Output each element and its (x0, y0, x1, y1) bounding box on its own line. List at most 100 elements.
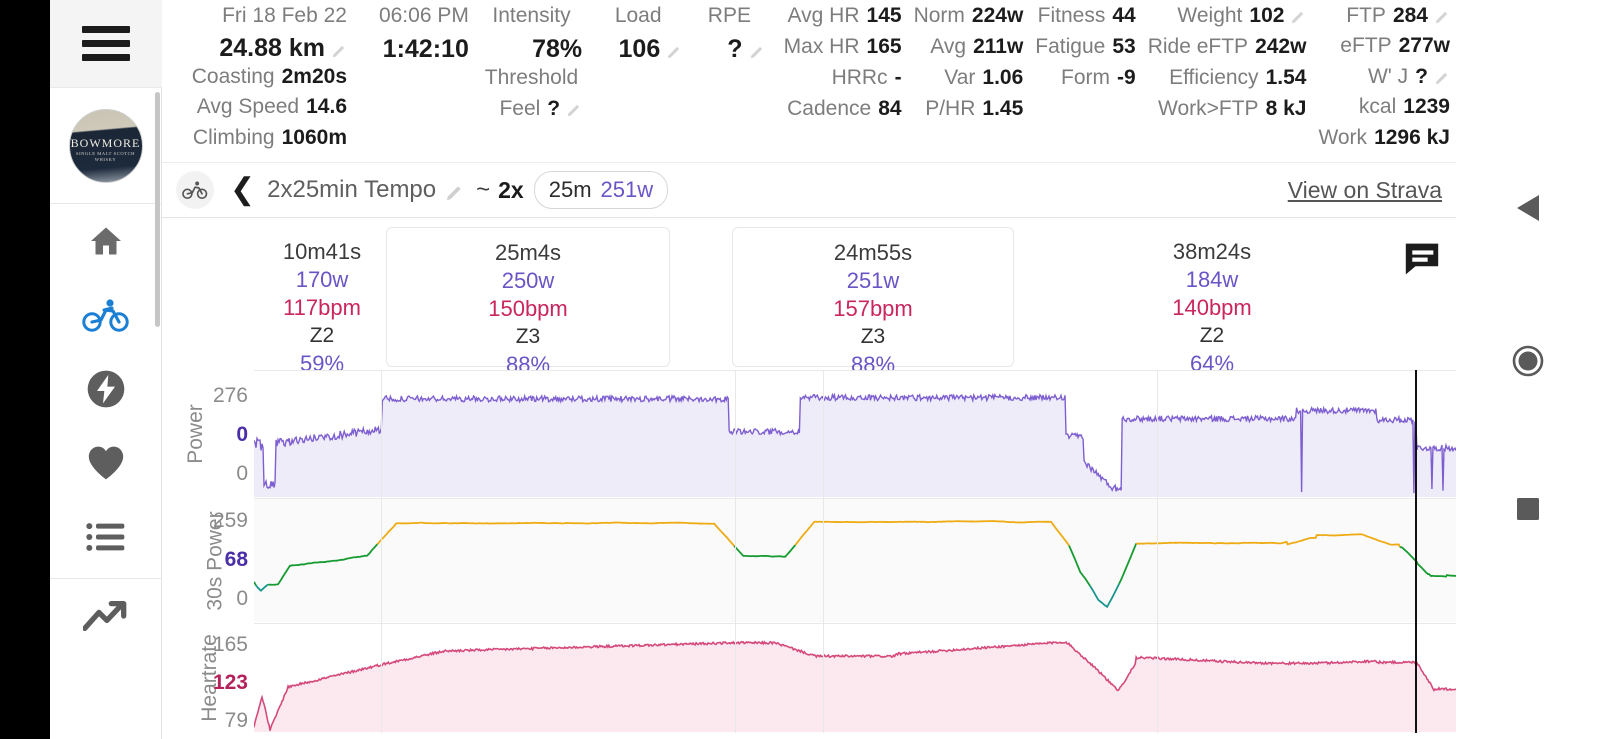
android-recents-button[interactable] (1516, 497, 1540, 526)
sidebar-item-list[interactable] (50, 500, 162, 574)
hr-tick-min: 79 (224, 709, 248, 732)
left-black-bezel (0, 0, 50, 739)
pencil-icon[interactable] (1435, 9, 1450, 24)
lightning-bolt-icon (87, 370, 124, 408)
pencil-icon[interactable] (1291, 9, 1306, 24)
power-plot[interactable] (254, 370, 1456, 498)
summary-row: Avg 211w (908, 35, 1030, 66)
pencil-icon[interactable] (332, 43, 347, 58)
summary-row: Ride eFTP 242w (1142, 35, 1313, 66)
interval-summary-pill[interactable]: 25m 251w (533, 171, 669, 209)
home-circle-icon (1512, 345, 1544, 377)
power-fill (254, 394, 1456, 497)
sidebar-item-home[interactable] (50, 204, 162, 278)
bicycle-chip[interactable] (176, 171, 214, 209)
summary-label: kcal (1358, 95, 1397, 119)
summary-value: - (894, 66, 902, 89)
workout-title-bar: ❮ 2x25min Tempo ~ 2x 25m 251w View on St… (162, 162, 1456, 218)
summary-row[interactable]: W' J? (1312, 65, 1456, 95)
comment-icon (1405, 243, 1439, 275)
chart-30s-power: 30s Power 259 68 0 (162, 498, 1456, 623)
segment-divider-3 (1157, 498, 1159, 623)
segment-divider-1 (735, 498, 737, 623)
pencil-icon[interactable] (667, 44, 682, 59)
sidebar-item-activities[interactable] (50, 278, 162, 352)
bicycle-icon (182, 181, 208, 200)
summary-value: 78% (532, 35, 583, 63)
summary-value: 242w (1255, 35, 1307, 58)
hr-cursor-value: 123 (212, 671, 248, 694)
summary-label: Ride eFTP (1147, 35, 1249, 58)
summary-row: Climbing 1060m (162, 126, 353, 156)
sidebar-item-health[interactable] (50, 426, 162, 500)
pencil-icon[interactable] (1435, 70, 1450, 85)
rail-scrollbar[interactable] (155, 92, 160, 327)
interval-zone: Z2 (309, 324, 335, 347)
p30-bg (254, 498, 1456, 622)
interval-duration: 10m41s (282, 239, 362, 264)
summary-row[interactable]: Feel? (475, 97, 588, 128)
chart-heartrate: Heartrate 165 123 79 (162, 623, 1456, 733)
p30-plot[interactable] (254, 498, 1456, 623)
summary-value: 102 (1249, 4, 1285, 27)
interval-card[interactable]: 10m41s 170w 117bpm Z2 59% (258, 227, 386, 376)
summary-label: eFTP (1340, 34, 1392, 58)
charts-area: Power 276 0 0 30s Power 259 68 0 Heartra… (162, 370, 1456, 733)
summary-label: Cadence (787, 97, 872, 120)
back-button[interactable]: ❮ (230, 175, 255, 205)
summary-stats: Fri 18 Feb 22 24.88 km Coasting 2m20s Avg Sp… (162, 0, 1456, 162)
hr-top-rule (254, 623, 1456, 624)
segment-divider-1 (735, 623, 737, 733)
interval-duration: 25m4s (494, 240, 562, 265)
view-on-strava-link[interactable]: View on Strava (1288, 177, 1442, 204)
power-cursor-value: 0 (236, 423, 248, 446)
interval-zone: Z3 (515, 325, 541, 348)
summary-row[interactable]: 24.88 km (162, 34, 353, 64)
summary-label: Fri 18 Feb 22 (222, 4, 347, 27)
hamburger-menu-button[interactable] (49, 0, 162, 88)
hr-plot[interactable] (254, 623, 1456, 733)
android-home-button[interactable] (1512, 345, 1544, 382)
summary-row[interactable]: Weight 102 (1142, 4, 1313, 35)
summary-row: Intensity (475, 4, 588, 35)
p30-cursor-value: 68 (224, 548, 248, 571)
workout-name[interactable]: 2x25min Tempo (267, 176, 436, 204)
interval-duration: 24m55s (833, 240, 913, 265)
chart-cursor[interactable] (1414, 623, 1417, 733)
comment-button[interactable] (1402, 242, 1442, 281)
summary-row[interactable]: 106 (588, 35, 688, 66)
p30-y-axis: 30s Power 259 68 0 (162, 498, 254, 623)
summary-row: Cadence 84 (771, 97, 908, 128)
summary-column-3: Intensity 78% Threshold Feel? (475, 4, 588, 156)
summary-label: Form (1061, 66, 1110, 89)
summary-row[interactable]: ? (688, 35, 770, 66)
summary-value: 2m20s (281, 64, 347, 88)
interval-card[interactable]: 24m55s 251w 157bpm Z3 88% (732, 227, 1014, 377)
power-tick-max: 276 (212, 384, 248, 407)
interval-power: 170w (295, 267, 349, 292)
p30-tick-min: 0 (236, 587, 248, 610)
summary-label: Fitness (1037, 4, 1106, 27)
android-back-button[interactable] (1515, 193, 1541, 228)
pencil-icon[interactable] (567, 102, 582, 117)
summary-value: 1239 (1403, 95, 1450, 119)
summary-row: kcal 1239 (1312, 95, 1456, 125)
sidebar-item-trends[interactable] (50, 579, 162, 653)
interval-heartrate: 117bpm (283, 295, 361, 320)
pencil-icon[interactable] (446, 183, 464, 201)
summary-label: Efficiency (1169, 66, 1259, 89)
pencil-icon[interactable] (750, 44, 765, 59)
sidebar-item-power[interactable] (50, 352, 162, 426)
summary-value: 8 kJ (1265, 97, 1307, 120)
summary-value: ? (727, 35, 743, 63)
summary-row[interactable]: FTP 284 (1312, 4, 1456, 34)
back-triangle-icon (1517, 195, 1539, 221)
chart-cursor[interactable] (1414, 370, 1417, 498)
interval-card[interactable]: 38m24s 184w 140bpm Z2 64% (1062, 227, 1362, 376)
avatar[interactable]: BOWMORE SINGLE MALT SCOTCH WHISKY (68, 109, 143, 183)
summary-row: Threshold (475, 66, 588, 97)
interval-card[interactable]: 25m4s 250w 150bpm Z3 88% (386, 227, 670, 377)
interval-zone: Z2 (1199, 324, 1225, 347)
summary-value: 1.06 (982, 66, 1024, 89)
chart-cursor[interactable] (1414, 498, 1417, 623)
